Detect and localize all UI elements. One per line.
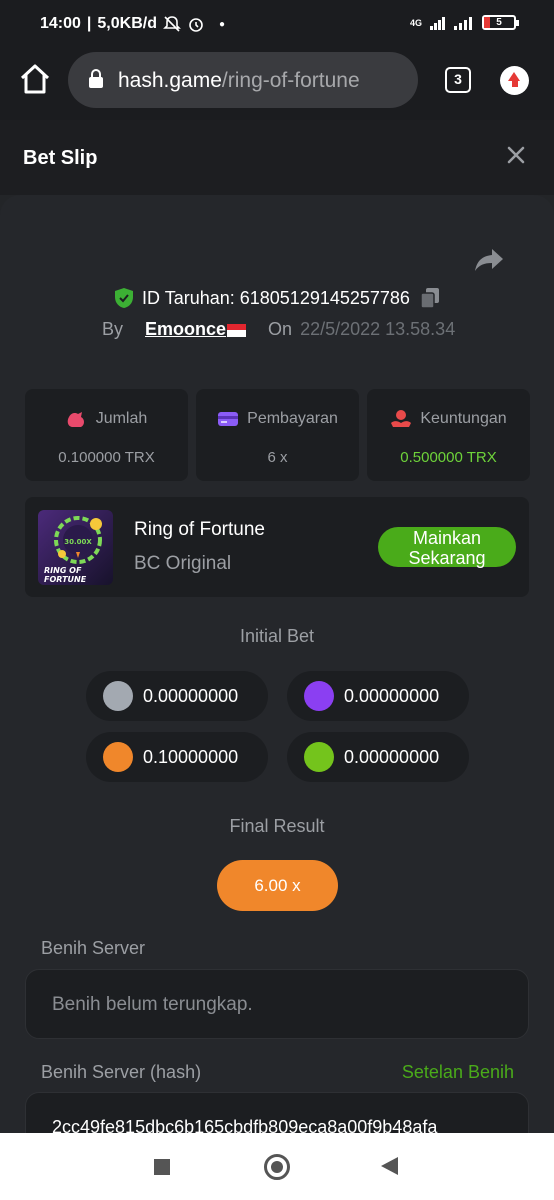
indonesia-flag-icon	[227, 323, 247, 337]
back-icon[interactable]	[381, 1157, 398, 1175]
svg-text:FORTUNE: FORTUNE	[44, 575, 87, 584]
mute-bell-icon	[163, 16, 181, 32]
final-result-badge: 6.00 x	[217, 860, 338, 911]
username-link[interactable]: Emoonce	[145, 319, 247, 340]
server-seed-label: Benih Server	[41, 938, 146, 958]
credit-card-icon	[218, 412, 239, 426]
chip-amount: 0.00000000	[344, 747, 440, 767]
tabs-button[interactable]: 3	[445, 67, 471, 93]
stat-value: 0.500000 TRX	[400, 449, 497, 466]
game-card: 30.00X RING OF FORTUNE Ring of Fortune B…	[25, 497, 529, 597]
server-seed-field[interactable]: Benih belum terungkap.	[25, 969, 529, 1039]
final-result-title: Final Result	[229, 816, 325, 836]
status-speed: 5,0KB/d	[97, 15, 157, 32]
stat-card-profit: Keuntungan 0.500000 TRX	[367, 389, 530, 481]
seed-settings-link[interactable]: Setelan Benih	[402, 1062, 514, 1083]
shield-check-icon	[115, 288, 134, 308]
close-icon[interactable]	[505, 144, 527, 166]
signal-icon	[430, 16, 445, 30]
url-host: hash.game	[118, 69, 222, 92]
chip-amount: 0.10000000	[143, 747, 239, 767]
stat-card-amount: Jumlah 0.100000 TRX	[25, 389, 188, 481]
browser-toolbar: hash.game/ring-of-fortune 3	[0, 50, 554, 120]
bet-chip: 0.10000000	[86, 732, 268, 782]
stat-label: Pembayaran	[247, 410, 338, 427]
stat-value: 6 x	[267, 449, 288, 466]
status-bar: 14:00 | 5,0KB/d ● 4G 5	[0, 0, 554, 50]
money-bag-icon	[67, 412, 84, 427]
notification-dot-icon: ●	[218, 18, 226, 30]
chip-amount: 0.00000000	[344, 686, 440, 706]
bet-chip: 0.00000000	[86, 671, 268, 721]
game-name: Ring of Fortune	[134, 519, 265, 540]
recent-apps-icon[interactable]	[154, 1159, 170, 1175]
initial-bet-title: Initial Bet	[239, 626, 315, 646]
game-thumbnail[interactable]: 30.00X RING OF FORTUNE	[38, 510, 113, 585]
stat-label: Jumlah	[95, 410, 148, 427]
chip-color-dot	[103, 742, 133, 772]
update-arrow-icon[interactable]	[500, 66, 529, 95]
battery-icon: 5	[482, 15, 519, 30]
bet-chip: 0.00000000	[287, 671, 469, 721]
stat-card-payout: Pembayaran 6 x	[196, 389, 359, 481]
copy-icon[interactable]	[420, 287, 440, 309]
url-bar[interactable]: hash.game/ring-of-fortune	[68, 52, 418, 108]
game-provider: BC Original	[134, 553, 232, 574]
bet-slip-header: Bet Slip	[0, 120, 554, 195]
play-now-button[interactable]: Mainkan Sekarang	[378, 527, 516, 568]
alarm-icon	[189, 18, 203, 32]
by-label: By	[102, 319, 124, 339]
bet-id: ID Taruhan: 61805129145257786	[142, 287, 410, 308]
bet-slip-content: ID Taruhan: 61805129145257786 By Emoonce…	[0, 195, 554, 1140]
android-nav-bar	[0, 1133, 554, 1200]
stat-label: Keuntungan	[420, 410, 507, 427]
signal-2-icon	[454, 16, 472, 30]
lock-icon	[89, 69, 103, 88]
home-icon[interactable]	[18, 62, 52, 96]
svg-text:30.00X: 30.00X	[64, 538, 92, 546]
stat-value: 0.100000 TRX	[58, 449, 155, 466]
share-icon[interactable]	[474, 247, 504, 273]
chip-color-dot	[103, 681, 133, 711]
svg-text:RING OF: RING OF	[44, 566, 82, 575]
chip-amount: 0.00000000	[143, 686, 239, 706]
hand-coin-icon	[391, 410, 412, 427]
bet-date: 22/5/2022 13.58.34	[300, 319, 456, 339]
chip-color-dot	[304, 742, 334, 772]
url-path: /ring-of-fortune	[221, 69, 360, 92]
bet-id-row: ID Taruhan: 61805129145257786	[0, 287, 554, 309]
ring-of-fortune-logo-icon: 30.00X RING OF FORTUNE	[44, 516, 102, 584]
on-label: On	[268, 319, 293, 339]
home-nav-icon[interactable]	[264, 1154, 290, 1180]
status-time: 14:00	[40, 15, 81, 32]
bet-chip: 0.00000000	[287, 732, 469, 782]
network-type: 4G	[409, 17, 422, 28]
bet-meta-row: By Emoonce On 22/5/2022 13.58.34	[102, 319, 455, 340]
page-title: Bet Slip	[23, 147, 98, 169]
server-seed-hash-label: Benih Server (hash)	[41, 1062, 202, 1082]
chip-color-dot	[304, 681, 334, 711]
